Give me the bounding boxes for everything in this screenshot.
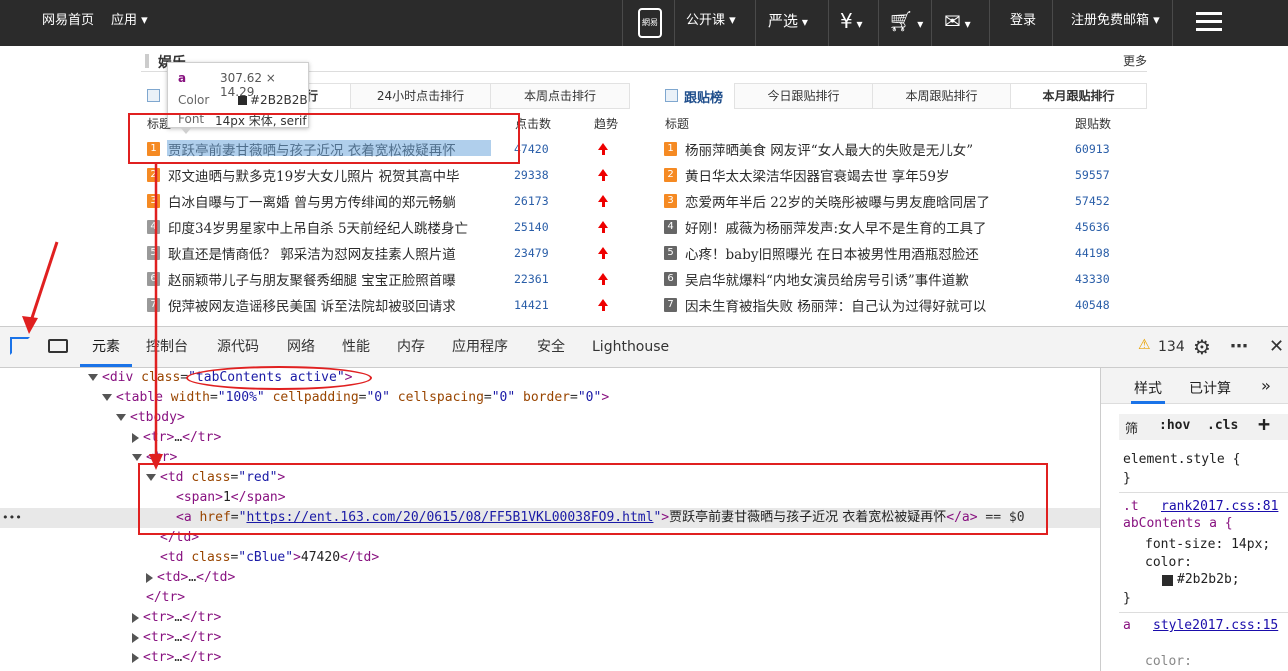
- annotation-arrowhead: [149, 454, 163, 470]
- annotation-arrow-inspect: [28, 241, 59, 325]
- annotation-arrows: [22, 164, 163, 470]
- annotation-arrowhead: [22, 316, 38, 334]
